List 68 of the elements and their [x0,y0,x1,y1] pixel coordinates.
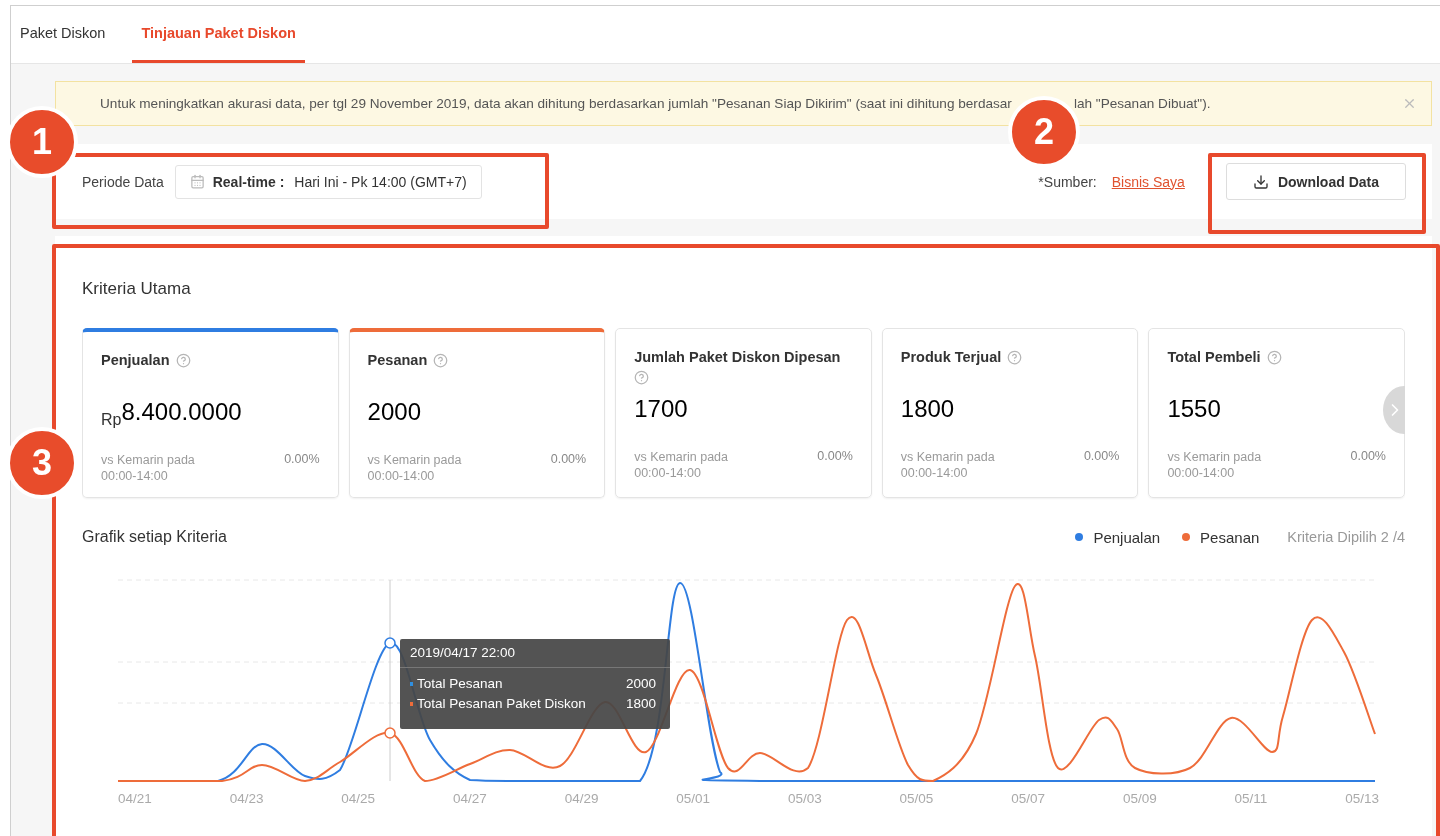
chart-title: Grafik setiap Kriteria [82,528,228,546]
metric-value: 8.400.0000 [121,398,242,425]
metric-card[interactable]: Jumlah Paket Diskon Dipesan 1700 vs Kemarin pada 00:00-14:00 0.00% [615,328,872,498]
metric-label: Pesanan [367,352,428,368]
tooltip-value: 2000 [625,676,656,691]
tab[interactable]: Paket Diskon [11,6,115,63]
period-value: Hari Ini - Pk 14:00 (GMT+7) [294,173,467,190]
axis-label: 05/03 [787,791,822,806]
help-icon[interactable] [175,353,191,368]
axis-label: 04/29 [564,791,599,806]
tooltip-label: Total Pesanan Paket Diskon [417,696,587,711]
metric-label: Total Pembeli [1167,349,1261,365]
change-value: 0.00% [817,449,853,465]
notice-text: lah "Pesanan Dibuat"). [1073,96,1211,111]
change-value: 0.00% [1083,449,1120,465]
axis-label: 04/25 [341,791,376,806]
tooltip-label: Total Pesanan [417,676,504,691]
comparison-text: vs Kemarin pada 00:00-14:00 [101,452,196,484]
change-value: 0.00% [1350,449,1386,465]
metric-card[interactable]: Produk Terjual 1800 vs Kemarin pada 00:00-14:00 0.00% [881,328,1139,498]
legend-item[interactable]: Penjualan [1075,528,1161,546]
metric-value: 1700 [634,395,688,423]
axis-label: 04/21 [118,791,152,806]
metric-value: 2000 [367,398,421,426]
download-button[interactable]: Download Data [1225,163,1406,200]
data-point [384,637,396,649]
metric-card[interactable]: Total Pembeli 1550 vs Kemarin pada 00:00-14:00 0.00% [1148,328,1405,498]
tooltip-value: 1800 [625,696,656,711]
metric-label: Jumlah Paket Diskon Dipesan [634,349,841,365]
tab[interactable]: Tinjauan Paket Diskon [132,6,305,63]
comparison-text: vs Kemarin pada 00:00-14:00 [367,452,463,484]
axis-label: 04/23 [229,791,264,806]
period-picker[interactable]: Real-time : Hari Ini - Pk 14:00 (GMT+7) [174,164,482,199]
currency-prefix: Rp [101,411,122,429]
calendar-icon [189,174,205,189]
comparison-text: vs Kemarin pada 00:00-14:00 [900,449,996,481]
metric-card[interactable]: Pesanan 2000 vs Kemarin pada 00:00-14:00 0.00% [348,328,606,498]
change-value: 0.00% [284,452,320,468]
source-label: *Sumber: [1038,173,1097,190]
axis-label: 04/27 [452,791,487,806]
source-link[interactable]: Bisnis Saya [1111,173,1185,190]
help-icon[interactable] [1007,350,1023,365]
selection-note: Kriteria Dipilih 2 /4 [1287,529,1405,545]
notice-text: Untuk meningkatkan akurasi data, per tgl 29 November 2019, data akan dihitung berdasarkan jumlah "Pesanan Siap Dikirim" (saat ini dihitung berdasar [100,96,1012,111]
period-label: Periode Data [82,173,164,190]
axis-label: 05/05 [899,791,934,806]
section-title: Kriteria Utama [82,279,192,299]
comparison-text: vs Kemarin pada 00:00-14:00 [634,449,729,481]
tooltip-title: 2019/04/17 22:00 [400,639,670,668]
help-icon[interactable] [433,353,449,368]
change-value: 0.00% [550,452,587,468]
axis-label: 05/13 [1345,791,1379,806]
axis-label: 05/11 [1234,791,1268,806]
metric-label: Produk Terjual [900,349,1002,365]
legend-item[interactable]: Pesanan [1182,528,1260,546]
period-mode: Real-time : [212,173,285,190]
metric-value: 1800 [900,395,955,423]
help-icon[interactable] [1266,350,1282,365]
axis-label: 05/07 [1011,791,1046,806]
axis-label: 05/09 [1122,791,1157,806]
help-icon[interactable] [634,370,650,385]
close-icon[interactable] [1402,96,1417,111]
download-icon [1252,173,1269,190]
metric-value: 1550 [1167,395,1221,423]
axis-label: 05/01 [676,791,711,806]
metric-label: Penjualan [101,352,170,368]
comparison-text: vs Kemarin pada 00:00-14:00 [1167,449,1263,481]
data-point [384,727,396,739]
